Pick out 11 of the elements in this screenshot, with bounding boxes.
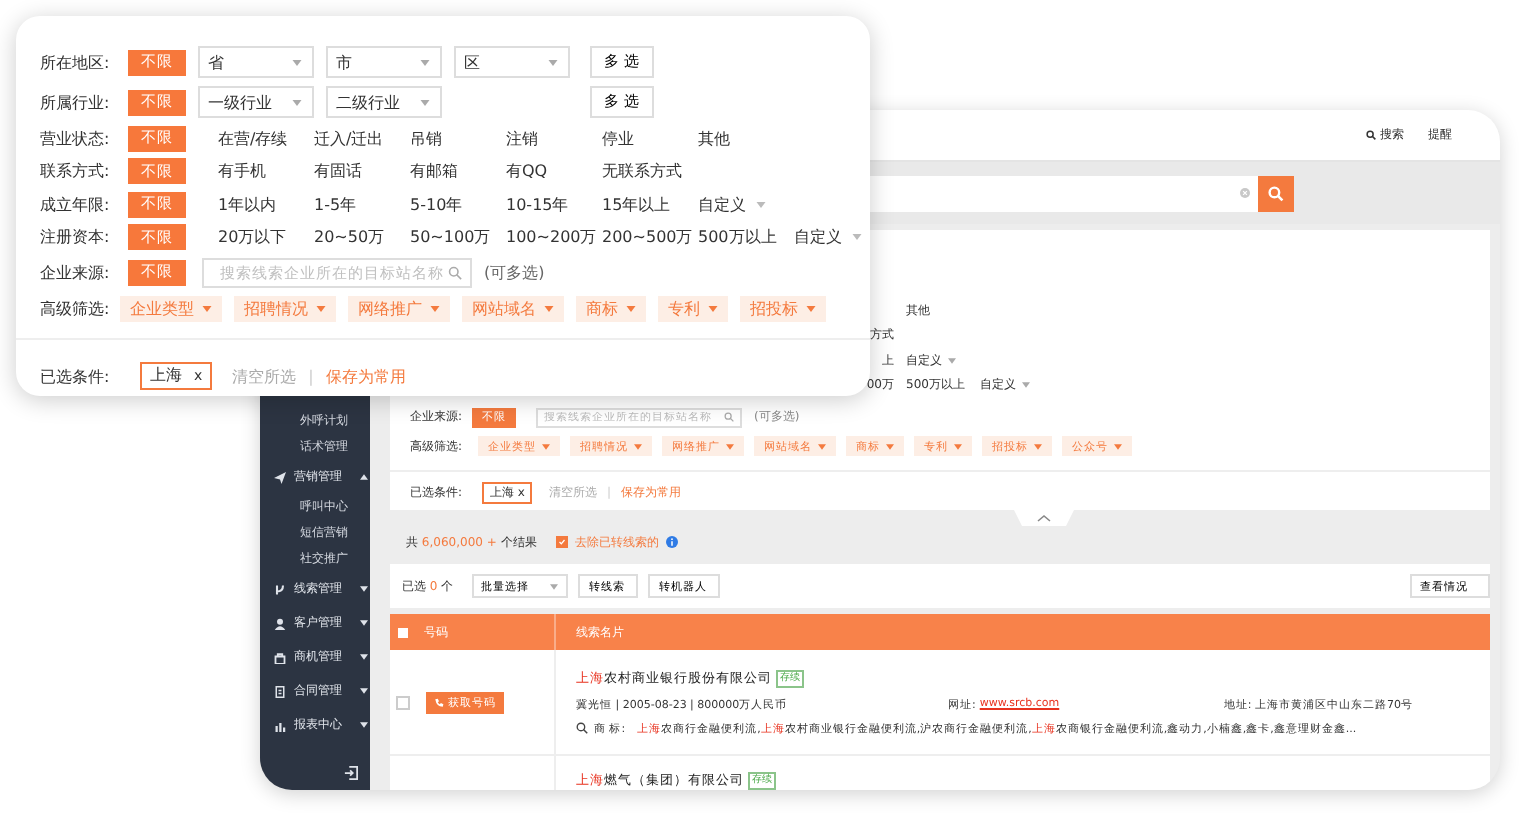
- filter-label: 所在地区:: [40, 51, 112, 73]
- filter-label: 联系方式:: [40, 160, 112, 183]
- filter-label: 成立年限:: [40, 193, 112, 216]
- filter-label: 已选条件:: [40, 365, 112, 387]
- filter-label: 注册资本:: [40, 226, 112, 249]
- filter-label: 所属行业:: [40, 91, 112, 113]
- filter-label: 企业来源:: [40, 261, 112, 283]
- filter-label: 营业状态:: [40, 127, 112, 150]
- hint-text: (可多选): [484, 261, 545, 283]
- filter-label: 高级筛选:: [40, 298, 112, 320]
- separator: |: [308, 367, 314, 385]
